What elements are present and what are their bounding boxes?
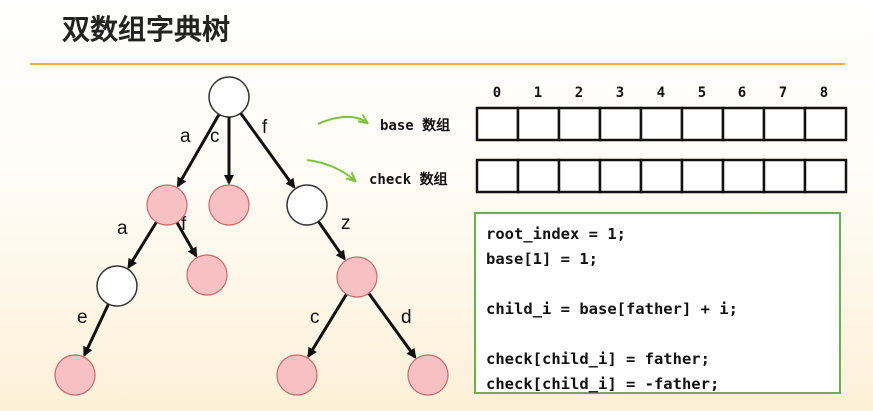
edge-root-n3 (239, 112, 296, 189)
terminal-node-n8 (276, 354, 318, 396)
check-cell-5 (680, 158, 725, 194)
trie-node-root (208, 76, 250, 118)
index-0: 0 (493, 85, 501, 101)
base-cell-5 (680, 106, 725, 142)
edge-label-root-a: a (180, 126, 191, 147)
base-pointer-arrow (317, 117, 366, 125)
terminal-node-n9 (407, 354, 449, 396)
edge-label-n3-z: z (341, 213, 351, 234)
edge-n1-n5 (175, 221, 198, 258)
base-cell-8 (803, 106, 848, 142)
edge-label-n1-a: a (117, 218, 128, 239)
code-box: root_index = 1; base[1] = 1; child_i = b… (474, 212, 841, 394)
terminal-node-n7 (54, 354, 96, 396)
trie-node-n4 (96, 265, 138, 307)
base-cell-6 (721, 106, 766, 142)
check-array-label: check 数组 (369, 171, 448, 188)
code-line: child_i = base[father] + i; (486, 300, 738, 318)
code-line: base[1] = 1; (486, 250, 598, 268)
code-line: root_index = 1; (486, 225, 626, 243)
index-1: 1 (534, 85, 542, 101)
index-7: 7 (779, 85, 787, 101)
check-cell-4 (639, 158, 684, 194)
index-3: 3 (616, 85, 624, 101)
check-cell-1 (516, 158, 561, 194)
code-line: check[child_i] = father; (486, 350, 710, 368)
terminal-node-n6 (336, 256, 378, 298)
edge-label-root-c: c (210, 126, 220, 147)
check-cell-8 (803, 158, 848, 194)
code-line: check[child_i] = -father; (486, 375, 720, 393)
trie-node-n3 (286, 184, 328, 226)
base-array (475, 106, 848, 142)
check-array (475, 158, 848, 194)
check-cell-6 (721, 158, 766, 194)
base-cell-0 (475, 106, 520, 142)
base-array-label: base 数组 (380, 117, 450, 134)
index-4: 4 (657, 85, 665, 101)
check-cell-0 (475, 158, 520, 194)
check-pointer-arrow (306, 159, 354, 180)
index-5: 5 (698, 85, 706, 101)
base-cell-1 (516, 106, 561, 142)
base-cell-7 (762, 106, 807, 142)
terminal-node-n5 (186, 254, 228, 296)
check-cell-7 (762, 158, 807, 194)
edge-label-root-f: f (262, 117, 268, 138)
base-cell-3 (598, 106, 643, 142)
index-6: 6 (738, 85, 746, 101)
edge-label-n6-d: d (401, 307, 412, 328)
index-2: 2 (575, 85, 583, 101)
edge-n1-n4 (127, 221, 158, 269)
terminal-node-n2 (208, 184, 250, 226)
edge-n4-n7 (83, 303, 110, 357)
edge-label-n6-c: c (310, 307, 320, 328)
check-cell-2 (557, 158, 602, 194)
index-8: 8 (820, 85, 828, 101)
base-cell-4 (639, 106, 684, 142)
terminal-node-n1 (146, 184, 188, 226)
check-cell-3 (598, 158, 643, 194)
base-cell-2 (557, 106, 602, 142)
edge-label-n4-e: e (77, 307, 88, 328)
